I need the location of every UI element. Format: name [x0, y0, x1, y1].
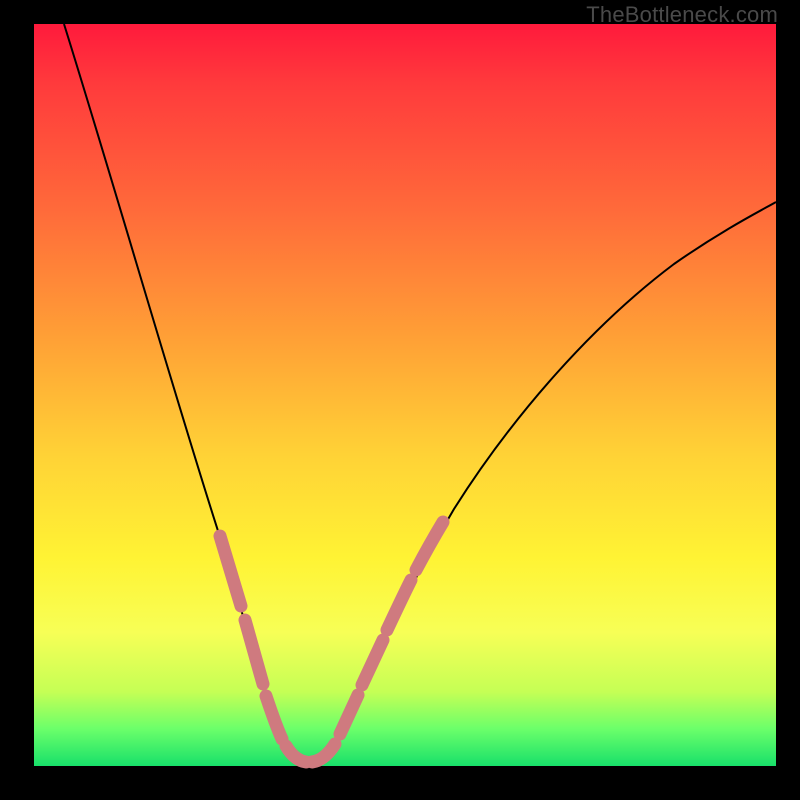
highlight-left-1 — [220, 536, 241, 606]
highlight-group — [220, 522, 443, 762]
highlight-floor-2 — [312, 744, 335, 762]
highlight-right-2 — [362, 640, 383, 685]
highlight-left-2 — [245, 620, 263, 684]
highlight-right-1 — [340, 695, 358, 734]
highlight-right-3 — [387, 580, 411, 630]
highlight-right-4 — [416, 522, 443, 570]
highlight-left-3 — [266, 696, 282, 739]
chart-frame: TheBottleneck.com — [0, 0, 800, 800]
highlight-floor-1 — [286, 746, 306, 762]
plot-area — [34, 24, 776, 766]
watermark-text: TheBottleneck.com — [586, 2, 778, 28]
curve-svg — [34, 24, 776, 766]
bottleneck-curve — [64, 24, 776, 762]
